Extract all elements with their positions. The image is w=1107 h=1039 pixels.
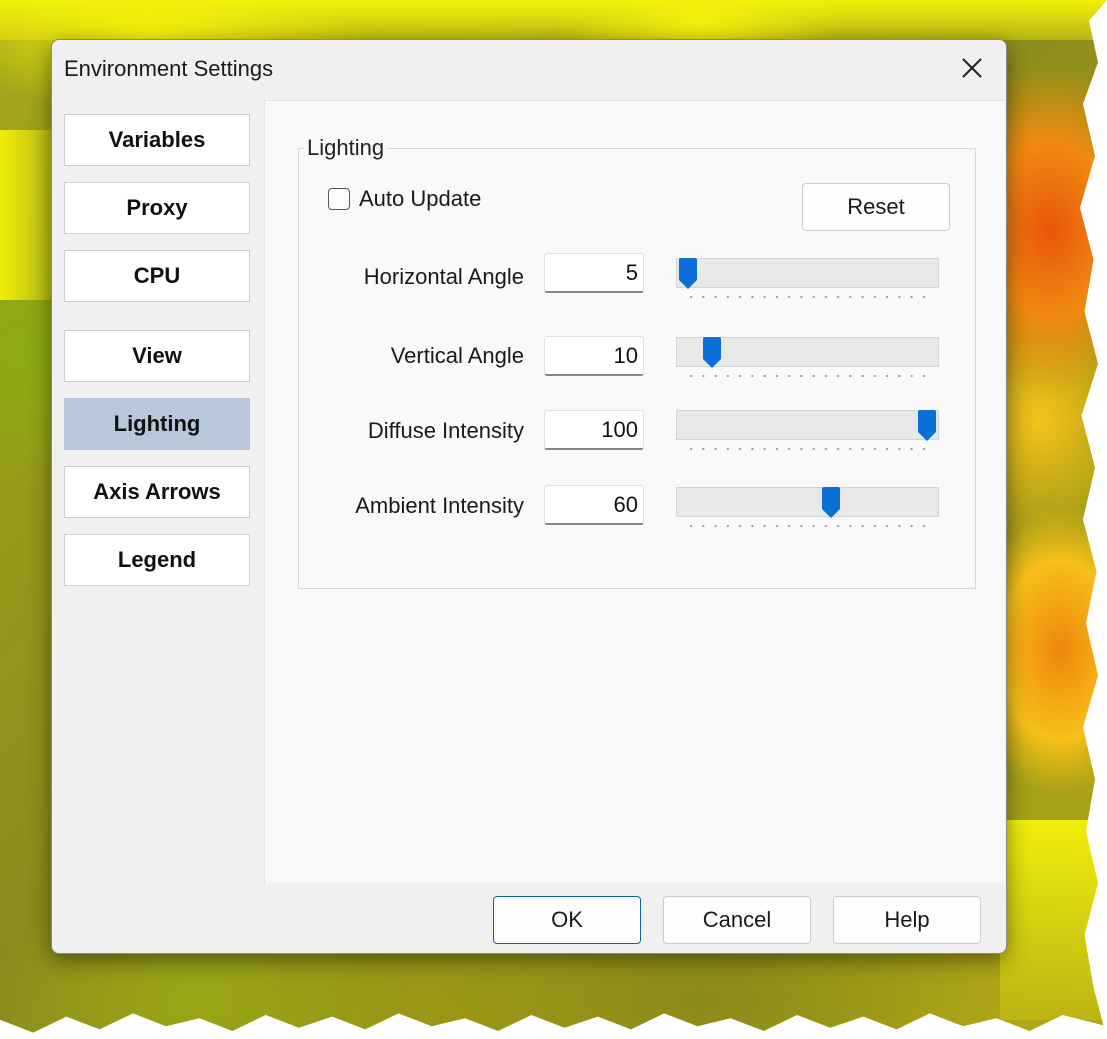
sidebar-item-proxy[interactable]: Proxy: [64, 182, 250, 234]
slider-ticks: [685, 295, 930, 299]
diffuse-intensity-input[interactable]: [544, 410, 644, 450]
diffuse-intensity-slider[interactable]: [676, 410, 939, 451]
slider-track: [676, 487, 939, 517]
ambient-intensity-slider[interactable]: [676, 487, 939, 528]
slider-thumb[interactable]: [678, 258, 698, 290]
ok-button-label: OK: [551, 907, 583, 932]
sidebar-item-label: Legend: [117, 547, 197, 572]
reset-button-label: Reset: [847, 194, 905, 219]
ambient-intensity-input[interactable]: [544, 485, 644, 525]
vertical-angle-label: Vertical Angle: [390, 343, 524, 368]
vertical-angle-input[interactable]: [544, 336, 644, 376]
sidebar-item-label: Axis Arrows: [93, 479, 221, 504]
sidebar-item-label: CPU: [133, 263, 181, 288]
sidebar-item-cpu[interactable]: CPU: [64, 250, 250, 302]
background-edge-left: [0, 130, 52, 300]
close-button[interactable]: [956, 52, 988, 84]
diffuse-intensity-label: Diffuse Intensity: [367, 418, 524, 443]
sidebar-item-legend[interactable]: Legend: [64, 534, 250, 586]
background-edge-top: [0, 0, 1107, 40]
sidebar-item-view[interactable]: View: [64, 330, 250, 382]
sidebar-item-lighting[interactable]: Lighting: [64, 398, 250, 450]
auto-update-checkbox[interactable]: [328, 188, 350, 210]
environment-settings-dialog: Environment Settings Variables Proxy CPU…: [51, 39, 1007, 954]
help-button-label: Help: [884, 907, 930, 932]
slider-track: [676, 258, 939, 288]
horizontal-angle-label: Horizontal Angle: [363, 264, 524, 289]
lighting-groupbox: Lighting Auto Update Reset Horizontal An…: [298, 135, 976, 589]
slider-ticks: [685, 524, 930, 528]
cancel-button-label: Cancel: [702, 907, 772, 932]
settings-panel: Lighting Auto Update Reset Horizontal An…: [264, 100, 1005, 883]
ambient-intensity-label: Ambient Intensity: [355, 493, 524, 518]
sidebar-item-variables[interactable]: Variables: [64, 114, 250, 166]
slider-thumb[interactable]: [917, 410, 937, 442]
close-icon: [962, 58, 982, 78]
slider-ticks: [685, 374, 930, 378]
sidebar-item-axis-arrows[interactable]: Axis Arrows: [64, 466, 250, 518]
slider-thumb[interactable]: [821, 487, 841, 519]
help-button[interactable]: Help: [833, 896, 981, 944]
sidebar-item-label: Variables: [108, 127, 206, 152]
title-bar: Environment Settings: [52, 40, 1006, 96]
sidebar-item-label: Lighting: [113, 411, 201, 436]
vertical-angle-slider[interactable]: [676, 337, 939, 378]
slider-ticks: [685, 447, 930, 451]
slider-thumb[interactable]: [702, 337, 722, 369]
auto-update-checkbox-row[interactable]: Auto Update: [328, 186, 481, 212]
sidebar-item-label: View: [132, 343, 182, 368]
auto-update-label: Auto Update: [359, 186, 482, 211]
slider-track: [676, 410, 939, 440]
horizontal-angle-slider[interactable]: [676, 258, 939, 299]
cancel-button[interactable]: Cancel: [663, 896, 811, 944]
group-label: Lighting: [304, 135, 388, 161]
ok-button[interactable]: OK: [493, 896, 641, 944]
reset-button[interactable]: Reset: [802, 183, 950, 231]
horizontal-angle-input[interactable]: [544, 253, 644, 293]
window-title: Environment Settings: [64, 56, 274, 81]
sidebar-item-label: Proxy: [126, 195, 188, 220]
